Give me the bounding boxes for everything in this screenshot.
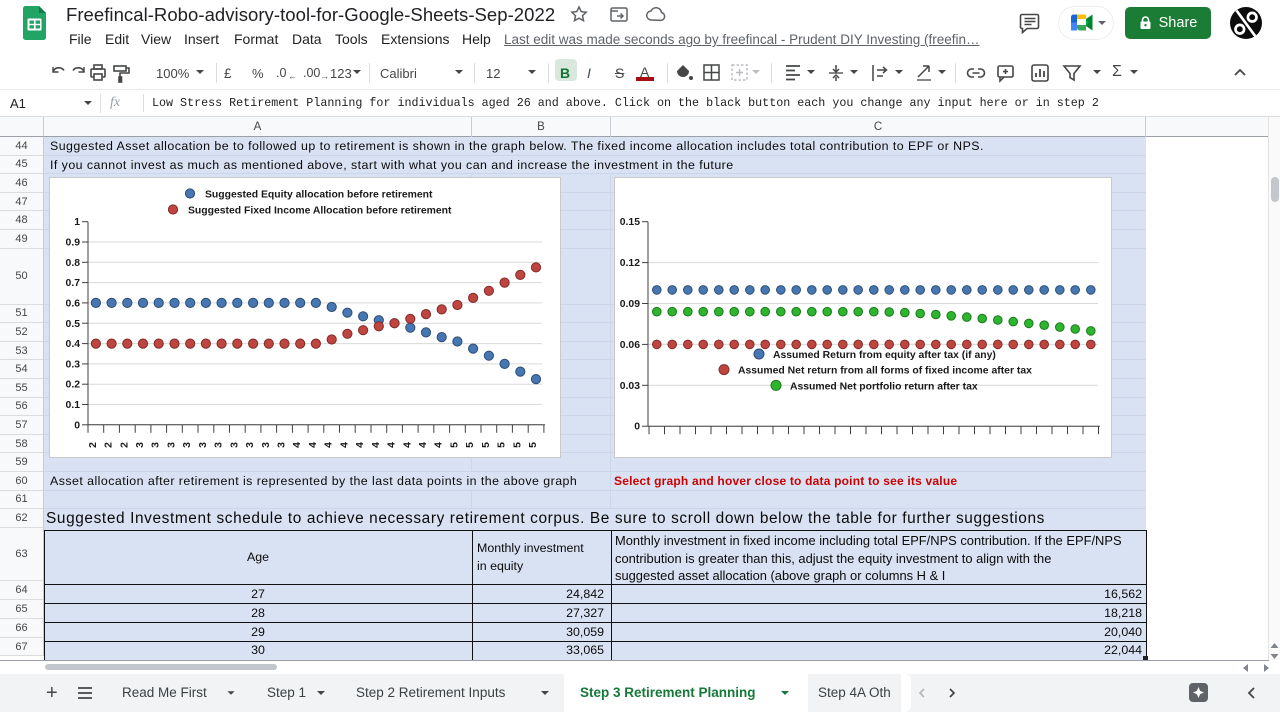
svg-text:0.6: 0.6: [66, 298, 81, 309]
svg-text:5: 5: [528, 442, 539, 448]
svg-text:3: 3: [229, 442, 240, 448]
svg-text:Suggested Fixed Income Allocat: Suggested Fixed Income Allocation before…: [188, 206, 452, 217]
svg-text:3: 3: [277, 442, 288, 448]
svg-text:0.2: 0.2: [66, 380, 81, 391]
svg-text:0.5: 0.5: [66, 319, 81, 330]
svg-text:Assumed Net return from all fo: Assumed Net return from all forms of fix…: [738, 366, 1032, 377]
svg-text:4: 4: [324, 442, 335, 448]
svg-text:5: 5: [497, 442, 508, 448]
svg-text:4: 4: [434, 442, 445, 448]
svg-text:4: 4: [308, 442, 319, 448]
svg-text:2: 2: [104, 442, 115, 448]
svg-text:2: 2: [88, 442, 99, 448]
svg-text:Assumed Net portfolio return a: Assumed Net portfolio return after tax: [790, 381, 978, 392]
svg-text:3: 3: [198, 442, 209, 448]
svg-text:1: 1: [74, 217, 80, 228]
svg-text:3: 3: [135, 442, 146, 448]
svg-text:3: 3: [167, 442, 178, 448]
svg-text:4: 4: [292, 442, 303, 448]
svg-text:0.4: 0.4: [66, 339, 81, 350]
svg-text:4: 4: [371, 442, 382, 448]
svg-text:0.09: 0.09: [620, 299, 640, 310]
svg-text:3: 3: [151, 442, 162, 448]
svg-text:Assumed Return from equity aft: Assumed Return from equity after tax (if…: [773, 350, 996, 361]
svg-text:4: 4: [418, 442, 429, 448]
svg-text:0.3: 0.3: [66, 359, 81, 370]
svg-text:0.7: 0.7: [66, 278, 81, 289]
svg-text:0.03: 0.03: [620, 381, 640, 392]
svg-text:3: 3: [182, 442, 193, 448]
svg-text:4: 4: [402, 442, 413, 448]
svg-text:0.9: 0.9: [66, 238, 81, 249]
svg-text:5: 5: [449, 442, 460, 448]
svg-text:3: 3: [245, 442, 256, 448]
svg-text:Suggested Equity allocation be: Suggested Equity allocation before retir…: [205, 190, 433, 201]
svg-text:0: 0: [634, 422, 640, 433]
svg-text:5: 5: [481, 442, 492, 448]
svg-text:0.8: 0.8: [66, 258, 81, 269]
svg-text:2: 2: [119, 442, 130, 448]
svg-text:4: 4: [387, 442, 398, 448]
svg-text:0.12: 0.12: [620, 258, 640, 269]
svg-text:0.1: 0.1: [66, 400, 81, 411]
svg-text:0: 0: [74, 420, 80, 431]
svg-text:0.06: 0.06: [620, 340, 640, 351]
svg-text:4: 4: [355, 442, 366, 448]
svg-text:3: 3: [214, 442, 225, 448]
svg-text:5: 5: [512, 442, 523, 448]
svg-text:4: 4: [339, 442, 350, 448]
svg-text:3: 3: [261, 442, 272, 448]
svg-text:5: 5: [465, 442, 476, 448]
svg-text:0.15: 0.15: [620, 217, 640, 228]
